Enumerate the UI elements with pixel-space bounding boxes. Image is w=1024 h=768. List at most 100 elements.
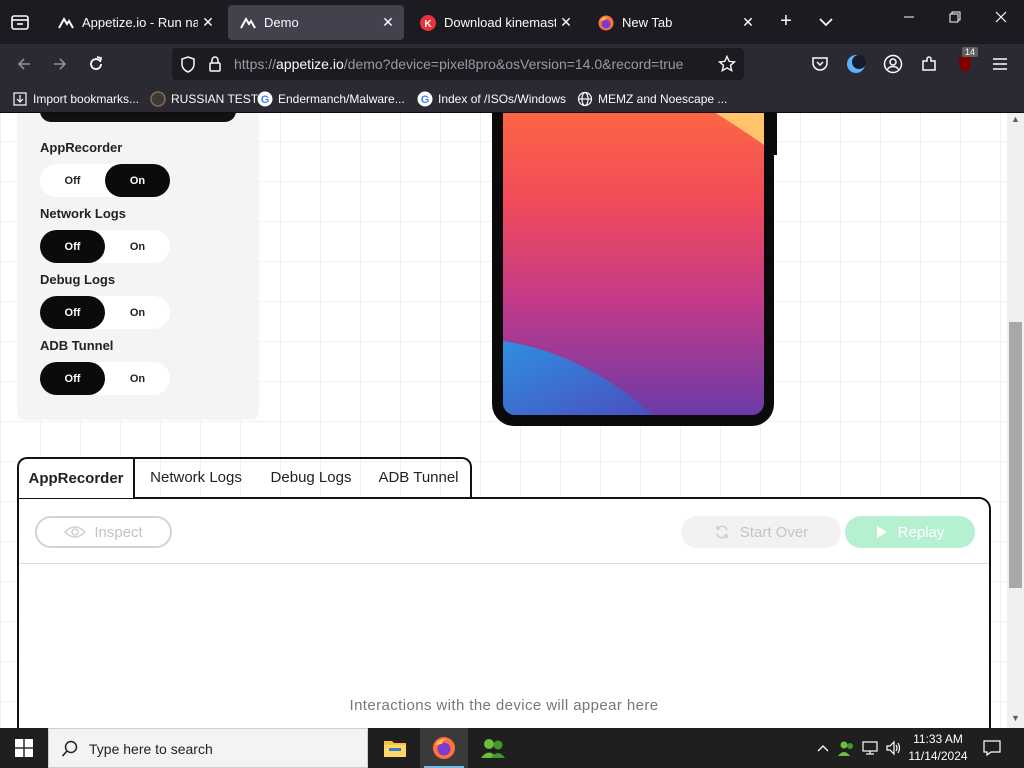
close-tab-icon[interactable]: ✕: [738, 14, 758, 31]
import-icon: [12, 91, 28, 107]
debug-logs-off-option[interactable]: Off: [40, 296, 105, 329]
tab-title: Download kinemaster: [444, 15, 556, 30]
setting-label-debug-logs: Debug Logs: [40, 272, 116, 287]
kinemaster-icon: K: [420, 14, 436, 31]
hamburger-menu-icon[interactable]: [988, 52, 1012, 76]
start-over-label: Start Over: [739, 523, 809, 541]
reload-icon[interactable]: [84, 52, 108, 76]
bookmark-star-icon[interactable]: [717, 54, 737, 78]
bookmark-label: Index of /ISOs/Windows: [438, 92, 567, 106]
device-side-button: [771, 113, 777, 155]
refresh-icon: [714, 524, 730, 540]
network-icon[interactable]: [860, 728, 882, 768]
back-arrow-icon[interactable]: [12, 52, 36, 76]
svg-text:K: K: [424, 19, 432, 30]
close-tab-icon[interactable]: ✕: [556, 14, 576, 31]
account-icon[interactable]: [881, 52, 905, 76]
tab-title: Demo: [264, 15, 299, 30]
close-tab-icon[interactable]: ✕: [378, 14, 398, 31]
address-bar[interactable]: https://appetize.io/demo?device=pixel8pr…: [172, 48, 744, 80]
taskbar-search-box[interactable]: Type here to search: [48, 728, 368, 768]
device-selector-button[interactable]: [40, 113, 236, 122]
replay-label: Replay: [897, 523, 945, 541]
inspect-button[interactable]: Inspect: [35, 516, 172, 548]
restore-icon[interactable]: [932, 10, 978, 34]
adb-tunnel-toggle[interactable]: Off On: [40, 362, 170, 395]
windows-taskbar: Type here to search 11:33 AM 11/14/2024: [0, 728, 1024, 768]
apprecorder-on-option[interactable]: On: [105, 164, 170, 197]
tray-people-icon[interactable]: [836, 728, 858, 768]
extension-moon-icon[interactable]: [844, 52, 868, 76]
apprecorder-off-option[interactable]: Off: [40, 164, 105, 197]
people-app-icon[interactable]: [469, 728, 517, 768]
apprecorder-panel: Inspect Start Over Replay Interactions w…: [17, 497, 991, 728]
scroll-down-arrow-icon[interactable]: ▼: [1007, 713, 1024, 727]
empty-interactions-message: Interactions with the device will appear…: [349, 697, 659, 714]
globe-icon: [577, 91, 593, 107]
file-explorer-icon[interactable]: [371, 728, 419, 768]
bookmark-import[interactable]: Import bookmarks...: [12, 90, 139, 108]
search-icon: [61, 740, 79, 763]
debug-logs-on-option[interactable]: On: [105, 296, 170, 329]
network-logs-toggle[interactable]: Off On: [40, 230, 170, 263]
appetize-logo-icon: [58, 15, 74, 31]
windows-start-icon[interactable]: [0, 728, 48, 768]
replay-button[interactable]: Replay: [845, 516, 975, 548]
url-prefix: https://: [234, 56, 277, 72]
forward-arrow-icon[interactable]: [48, 52, 72, 76]
pocket-icon[interactable]: [808, 52, 832, 76]
inspect-label: Inspect: [94, 523, 143, 541]
close-tab-icon[interactable]: ✕: [198, 14, 218, 31]
web-page-content: AppRecorder Off On Network Logs Off On D…: [0, 113, 1007, 728]
debug-logs-toggle[interactable]: Off On: [40, 296, 170, 329]
tab-adb-tunnel[interactable]: ADB Tunnel: [365, 457, 472, 498]
url-text[interactable]: https://appetize.io/demo?device=pixel8pr…: [234, 56, 683, 72]
url-host: appetize.io: [276, 56, 344, 72]
close-window-icon[interactable]: [978, 10, 1024, 34]
bookmark-memz[interactable]: MEMZ and Noescape ...: [577, 90, 727, 108]
play-icon: [876, 525, 888, 539]
notifications-icon[interactable]: [978, 728, 1006, 768]
clock-time: 11:33 AM: [913, 732, 963, 746]
minimize-icon[interactable]: [886, 10, 932, 34]
firefox-taskbar-icon[interactable]: [420, 728, 468, 768]
bookmark-index-isos[interactable]: G Index of /ISOs/Windows: [417, 90, 566, 108]
apprecorder-toggle[interactable]: Off On: [40, 164, 170, 197]
bookmark-endermanch[interactable]: G Endermanch/Malware...: [257, 90, 405, 108]
new-tab-icon[interactable]: +: [775, 10, 797, 34]
show-hidden-icons-chevron-icon[interactable]: [814, 728, 832, 768]
navigation-toolbar: https://appetize.io/demo?device=pixel8pr…: [0, 44, 1024, 84]
tab-appetize[interactable]: Appetize.io - Run nativ ✕: [46, 5, 224, 40]
adb-tunnel-on-option[interactable]: On: [105, 362, 170, 395]
tab-demo[interactable]: Demo ✕: [228, 5, 404, 40]
appetize-logo-icon: [240, 15, 256, 31]
adb-tunnel-off-option[interactable]: Off: [40, 362, 105, 395]
tab-debug-logs[interactable]: Debug Logs: [257, 457, 365, 498]
lock-icon[interactable]: [208, 55, 222, 78]
tab-kinemaster[interactable]: K Download kinemaster ✕: [408, 5, 582, 40]
device-screen[interactable]: [503, 113, 764, 415]
tab-network-logs[interactable]: Network Logs: [137, 457, 255, 498]
system-clock[interactable]: 11:33 AM 11/14/2024: [900, 731, 976, 765]
search-placeholder: Type here to search: [89, 741, 213, 757]
network-logs-off-option[interactable]: Off: [40, 230, 105, 263]
extensions-puzzle-icon[interactable]: [917, 52, 941, 76]
setting-label-apprecorder: AppRecorder: [40, 140, 123, 155]
page-scrollbar-thumb[interactable]: [1009, 322, 1022, 588]
bookmark-russian-test[interactable]: RUSSIAN TEST: [150, 90, 258, 108]
tab-new-tab[interactable]: New Tab ✕: [586, 5, 764, 40]
firefox-view-icon[interactable]: [8, 10, 32, 34]
bookmark-label: Import bookmarks...: [33, 92, 140, 106]
setting-label-network-logs: Network Logs: [40, 206, 126, 221]
start-over-button[interactable]: Start Over: [681, 516, 841, 548]
clock-date: 11/14/2024: [908, 749, 968, 763]
url-path: /demo?device=pixel8pro&osVersion=14.0&re…: [343, 56, 684, 72]
scroll-up-arrow-icon[interactable]: ▲: [1007, 114, 1024, 128]
svg-text:G: G: [421, 94, 430, 106]
network-logs-on-option[interactable]: On: [105, 230, 170, 263]
tab-apprecorder[interactable]: AppRecorder: [17, 457, 135, 498]
eye-icon: [64, 525, 87, 539]
ublock-extension-icon[interactable]: 14: [953, 47, 979, 76]
tracking-protection-shield-icon[interactable]: [180, 56, 196, 78]
list-all-tabs-icon[interactable]: [816, 12, 836, 32]
